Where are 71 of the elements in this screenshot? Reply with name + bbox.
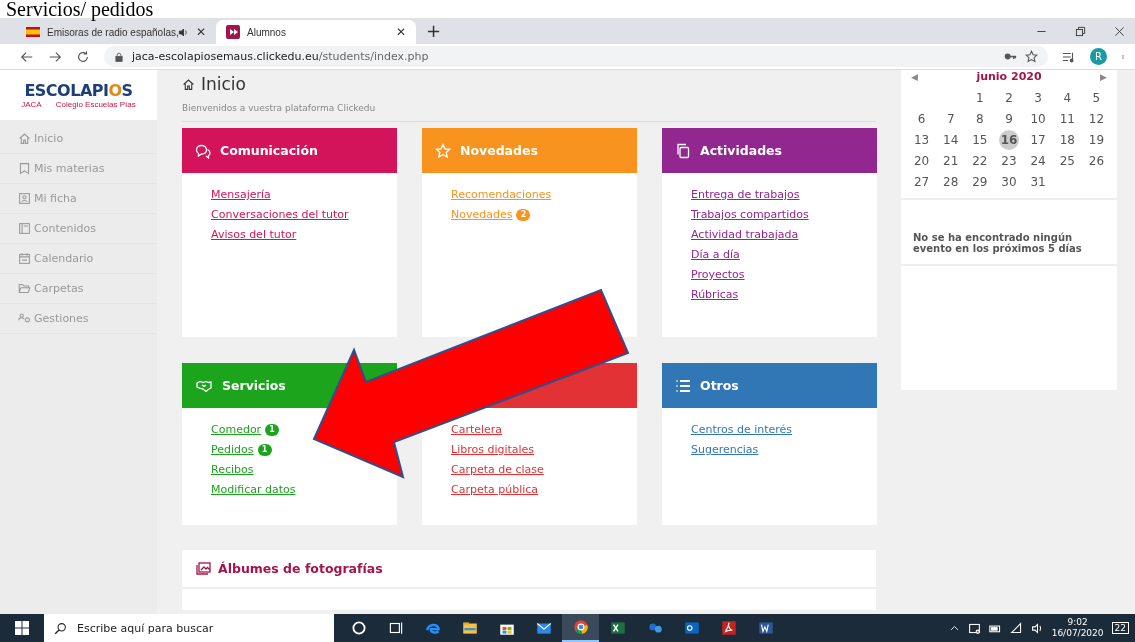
calendar-day[interactable]: 17 bbox=[1028, 129, 1049, 150]
module-link[interactable]: Avisos del tutor bbox=[211, 228, 297, 241]
module-link[interactable]: Trabajos compartidos bbox=[691, 208, 809, 221]
card-title: Novedades bbox=[460, 143, 538, 158]
calendar-day[interactable]: 1 bbox=[969, 87, 990, 108]
module-link[interactable]: Cartelera bbox=[451, 423, 503, 436]
events-message: No se ha encontrado ningún evento en los próximos 5 días bbox=[901, 200, 1117, 266]
calendar-day[interactable]: 4 bbox=[1057, 87, 1078, 108]
module-link[interactable]: Carpeta de clase bbox=[451, 463, 544, 476]
calendar-day[interactable]: 27 bbox=[911, 171, 932, 192]
count-badge: 1 bbox=[265, 423, 280, 436]
module-link[interactable]: Día a día bbox=[691, 248, 740, 261]
calendar-day[interactable]: 8 bbox=[969, 108, 990, 129]
browser-tab[interactable]: Alumnos ✕ bbox=[216, 20, 416, 44]
calendar-day[interactable]: 21 bbox=[940, 150, 961, 171]
calendar-day[interactable]: 23 bbox=[999, 150, 1019, 171]
module-link[interactable]: Conversaciones del tutor bbox=[211, 208, 349, 221]
calendar-day[interactable]: 2 bbox=[999, 87, 1019, 108]
module-link[interactable]: Carpeta pública bbox=[451, 483, 539, 496]
calendar-day[interactable]: 28 bbox=[940, 171, 961, 192]
calendar-day[interactable]: 10 bbox=[1028, 108, 1049, 129]
calendar-day[interactable]: 5 bbox=[1086, 87, 1107, 108]
new-tab-button[interactable]: + bbox=[426, 20, 442, 41]
calendar-month: junio 2020 bbox=[976, 70, 1042, 83]
card-title: Servicios bbox=[222, 378, 286, 393]
calendar-day[interactable]: 31 bbox=[1028, 171, 1049, 192]
card-title: Comunicación bbox=[220, 143, 318, 158]
module-link[interactable]: Entrega de trabajos bbox=[691, 188, 800, 201]
calendar-day[interactable]: 20 bbox=[911, 150, 932, 171]
module-link[interactable]: Actividad trabajada bbox=[691, 228, 799, 241]
count-badge: 2 bbox=[516, 208, 531, 221]
calendar-day[interactable]: 9 bbox=[999, 108, 1019, 129]
next-month-icon[interactable]: ▶ bbox=[1100, 71, 1107, 82]
module-link[interactable]: Centros de interés bbox=[691, 423, 793, 436]
close-tab-icon[interactable]: ✕ bbox=[395, 25, 406, 39]
module-link[interactable]: Rúbricas bbox=[691, 288, 739, 301]
module-link[interactable]: Sugerencias bbox=[691, 443, 759, 456]
page-title: Inicio bbox=[201, 74, 246, 94]
module-link[interactable]: Mensajería bbox=[211, 188, 271, 201]
calendar-day[interactable]: 11 bbox=[1057, 108, 1078, 129]
calendar-day[interactable]: 6 bbox=[911, 108, 932, 129]
previous-month-icon[interactable]: ◀ bbox=[911, 71, 918, 82]
taskbar-clock[interactable]: 9:02 16/07/2020 bbox=[1051, 617, 1104, 639]
calendar-day[interactable]: 25 bbox=[1057, 150, 1078, 171]
browser-tab[interactable]: Emisoras de radio españolas, ✕ bbox=[16, 20, 216, 44]
calendar-day[interactable]: 3 bbox=[1028, 87, 1049, 108]
calendar-day[interactable]: 30 bbox=[999, 171, 1019, 192]
calendar-day[interactable]: 14 bbox=[940, 129, 961, 150]
school-logo: ESCOLAPIOS JACA Colegio Escuelas Pías bbox=[0, 70, 157, 120]
calendar-day[interactable]: 29 bbox=[969, 171, 990, 192]
card-title: Otros bbox=[700, 378, 739, 393]
calendar-day[interactable]: 13 bbox=[911, 129, 932, 150]
calendar-day[interactable]: 12 bbox=[1086, 108, 1107, 129]
calendar-day[interactable]: 18 bbox=[1057, 129, 1078, 150]
address-bar[interactable]: jaca-escolapiosemaus.clickedu.eu/students/index.php bbox=[104, 46, 1048, 67]
calendar-day[interactable]: 16 bbox=[999, 129, 1019, 150]
module-link[interactable]: Libros digitales bbox=[451, 443, 535, 456]
card-title: Actividades bbox=[700, 143, 783, 158]
count-badge: 1 bbox=[257, 443, 272, 456]
calendar-day[interactable]: 19 bbox=[1086, 129, 1107, 150]
albums-title: Álbumes de fotografías bbox=[218, 561, 383, 576]
calendar-day[interactable]: 22 bbox=[969, 150, 990, 171]
notification-count[interactable]: 22 bbox=[1111, 622, 1129, 634]
close-tab-icon[interactable]: ✕ bbox=[195, 25, 206, 39]
calendar-day[interactable]: 24 bbox=[1028, 150, 1049, 171]
module-link[interactable]: Proyectos bbox=[691, 268, 745, 281]
calendar-day[interactable]: 7 bbox=[940, 108, 961, 129]
taskbar-search-field[interactable]: Escribe aquí para buscar bbox=[44, 614, 334, 642]
calendar-day[interactable]: 26 bbox=[1086, 150, 1107, 171]
page-subtitle: Bienvenidos a vuestra plataforma Clickedu bbox=[182, 103, 876, 122]
calendar-day[interactable]: 15 bbox=[969, 129, 990, 150]
